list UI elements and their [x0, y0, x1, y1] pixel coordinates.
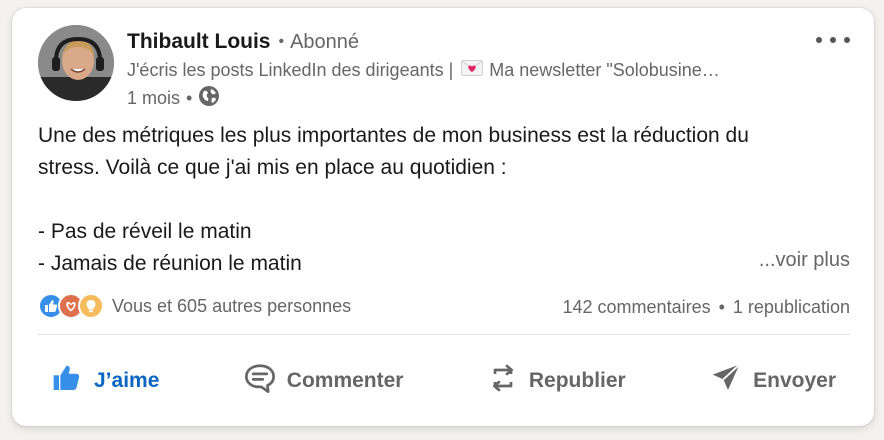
insightful-icon — [78, 293, 104, 319]
like-button[interactable]: J’aime — [32, 354, 177, 408]
reaction-icons — [38, 293, 104, 319]
follow-status: Abonné — [290, 30, 360, 53]
post-line: - Pas de réveil le matin — [38, 220, 252, 243]
send-button[interactable]: Envoyer — [691, 354, 854, 408]
repost-button[interactable]: Republier — [469, 354, 644, 408]
divider — [38, 334, 850, 335]
dot — [844, 37, 850, 43]
author-headline: J'écris les posts LinkedIn des dirigeant… — [127, 60, 807, 81]
comment-button[interactable]: Commenter — [225, 355, 422, 407]
post-line: Une des métriques les plus importantes d… — [38, 124, 749, 147]
feed-post-card: Thibault Louis • Abonné J'écris les post… — [12, 8, 874, 426]
reactions-count: Vous et 605 autres personnes — [112, 295, 352, 316]
comments-count-link[interactable]: 142 commentaires — [563, 297, 711, 318]
comment-icon — [243, 363, 287, 399]
separator-dot: • — [278, 33, 285, 50]
post-line: stress. Voilà ce que j'ai mis en place a… — [38, 156, 507, 179]
separator-dot: • — [718, 297, 725, 317]
post-meta: 1 mois • — [127, 85, 220, 112]
repost-label: Republier — [528, 369, 626, 392]
repost-icon — [487, 362, 529, 400]
like-label: J’aime — [94, 369, 160, 392]
separator-dot: • — [186, 88, 193, 108]
send-icon — [709, 362, 753, 400]
engagement-stats: 142 commentaires • 1 republication — [563, 297, 850, 318]
reposts-count-link[interactable]: 1 republication — [733, 297, 850, 318]
headline-text-prefix: J'écris les posts LinkedIn des dirigeant… — [127, 60, 454, 80]
headline-text-suffix: Ma newsletter "Solobusine… — [489, 60, 720, 80]
dot — [816, 37, 822, 43]
thumbs-up-icon — [50, 362, 94, 400]
post-line: - Jamais de réunion le matin — [38, 252, 302, 275]
comment-label: Commenter — [286, 369, 404, 392]
post-body: Une des métriques les plus importantes d… — [38, 120, 858, 280]
more-options-button[interactable] — [816, 30, 850, 50]
see-more-link[interactable]: ...voir plus — [759, 249, 850, 272]
reactions-summary[interactable]: Vous et 605 autres personnes — [38, 293, 351, 319]
dot — [830, 37, 836, 43]
post-time: 1 mois — [127, 88, 181, 108]
post-blank-line — [38, 184, 858, 216]
globe-icon — [198, 85, 220, 112]
author-name[interactable]: Thibault Louis — [127, 30, 270, 54]
send-label: Envoyer — [753, 369, 836, 392]
action-bar: J’aime Commenter Republier Envoyer — [32, 353, 854, 409]
love-letter-icon — [461, 60, 484, 81]
author-avatar[interactable] — [38, 25, 114, 101]
author-name-row: Thibault Louis • Abonné — [127, 28, 359, 56]
